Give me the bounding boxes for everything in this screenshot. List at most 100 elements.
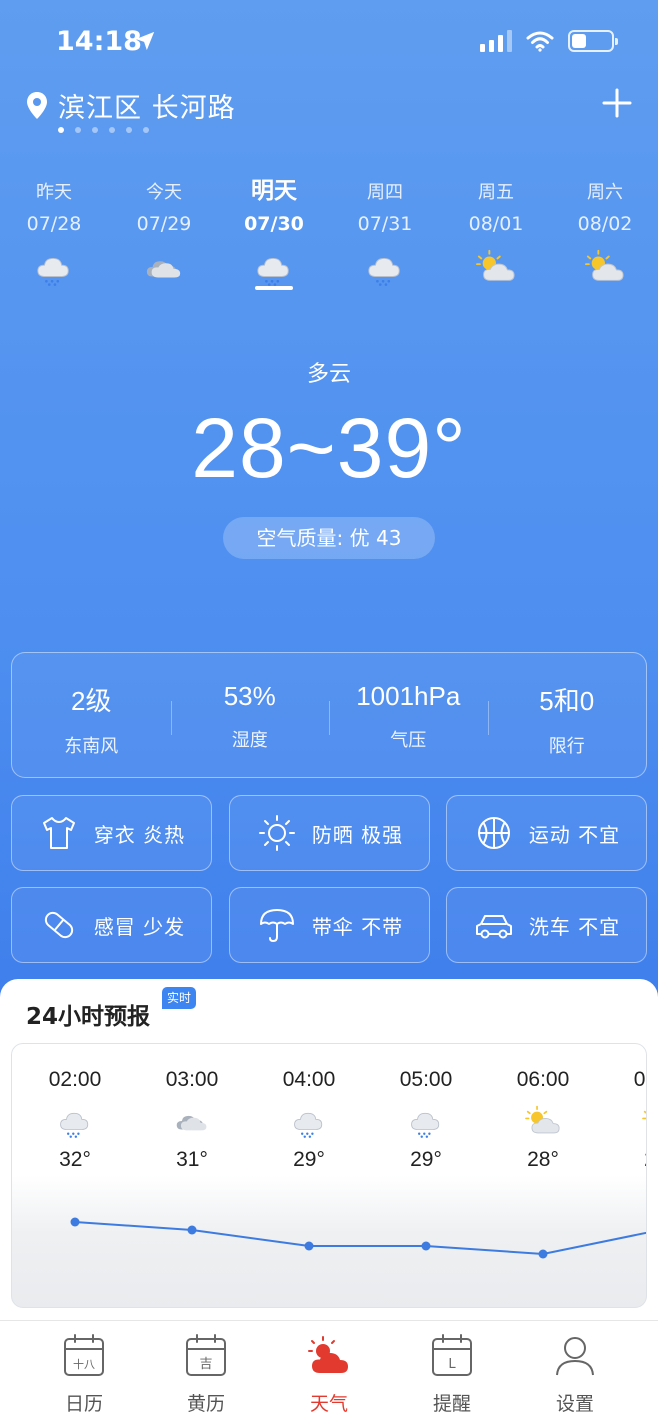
life-index-text: 带伞 不带 xyxy=(311,914,404,939)
stat-label: 湿度 xyxy=(231,730,268,751)
tab-label: 提醒 xyxy=(432,1393,471,1415)
tab-icon-text: 吉 xyxy=(199,1357,212,1372)
hour-temp: 29° xyxy=(293,1148,325,1171)
life-index-item[interactable]: 穿衣 炎热 xyxy=(11,795,212,871)
weather-stats-card: 2级 东南风 53% 湿度 1001hPa 气压 5和0 限行 xyxy=(11,652,647,778)
hour-time: 05:00 xyxy=(399,1068,453,1091)
add-city-button[interactable] xyxy=(602,88,632,118)
day-item[interactable]: 昨天 07/28 xyxy=(0,172,109,286)
day-item[interactable]: 明天 07/30 xyxy=(219,172,329,286)
tab-icon-text: 十八 xyxy=(73,1357,95,1371)
hour-temp: 28° xyxy=(527,1148,559,1171)
page-dot xyxy=(75,127,81,133)
rain-icon xyxy=(60,1112,89,1138)
calendar-icon: 十八 xyxy=(64,1334,104,1376)
partly-cloudy-icon xyxy=(642,1110,646,1120)
life-index-text: 穿衣 炎热 xyxy=(93,822,186,847)
life-index-item[interactable]: 防晒 极强 xyxy=(229,795,430,871)
rain-icon xyxy=(294,1112,323,1138)
rain-icon xyxy=(411,1112,440,1138)
hour-temp: 29° xyxy=(410,1148,442,1171)
hour-time: 02:00 xyxy=(48,1068,102,1091)
day-name: 周六 xyxy=(587,182,623,203)
car-icon xyxy=(475,915,512,939)
day-name: 周五 xyxy=(478,182,514,203)
status-bar: 14:18 xyxy=(0,0,658,80)
day-item[interactable]: 周六 08/02 xyxy=(550,172,658,286)
tshirt-icon xyxy=(42,817,75,849)
air-quality-badge[interactable]: 空气质量: 优 43 xyxy=(223,517,435,559)
reminder-icon: L xyxy=(432,1334,472,1376)
tab-item[interactable]: 吉黄历 xyxy=(151,1333,261,1416)
day-date: 08/01 xyxy=(468,213,524,235)
day-item[interactable]: 周五 08/01 xyxy=(441,172,551,286)
location-pin-icon xyxy=(27,91,47,119)
day-name: 今天 xyxy=(146,182,182,203)
forecast-title: 24小时预报 xyxy=(26,1004,151,1030)
signal-icon xyxy=(480,30,512,52)
life-index-text: 感冒 少发 xyxy=(93,914,186,939)
temperature-range: 28~39° xyxy=(191,401,467,495)
location-name: 滨江区 长河路 xyxy=(58,93,236,124)
hour-item: 02:00 32° xyxy=(25,1044,125,1172)
umbrella-icon xyxy=(259,909,294,943)
tab-item[interactable]: 天气 xyxy=(274,1333,384,1416)
tab-item[interactable]: 设置 xyxy=(520,1333,630,1416)
life-index-text: 运动 不宜 xyxy=(528,822,621,847)
day-date: 07/28 xyxy=(26,213,82,235)
day-item[interactable]: 今天 07/29 xyxy=(109,172,219,286)
day-name: 明天 xyxy=(251,178,297,204)
stat-item: 53% 湿度 xyxy=(170,653,330,777)
hour-item: 07:00 29° xyxy=(610,1044,646,1172)
life-index-item[interactable]: 带伞 不带 xyxy=(229,887,430,963)
tab-label: 日历 xyxy=(64,1393,103,1415)
hour-item: 05:00 29° xyxy=(376,1044,476,1172)
tab-item[interactable]: 十八 日历 xyxy=(29,1333,139,1416)
day-date: 07/29 xyxy=(136,213,192,235)
temp-point xyxy=(187,1225,197,1235)
pill-icon xyxy=(44,911,73,939)
life-index-item[interactable]: 感冒 少发 xyxy=(11,887,212,963)
location-arrow-icon xyxy=(135,31,155,51)
page-dot xyxy=(143,127,149,133)
stat-value: 5和0 xyxy=(539,686,595,716)
day-date: 07/31 xyxy=(357,213,413,235)
hour-time: 06:00 xyxy=(516,1068,570,1091)
hour-item: 06:00 28° xyxy=(493,1044,593,1172)
page-indicator xyxy=(58,127,149,133)
tab-icon-text: L xyxy=(448,1357,456,1372)
location-header[interactable]: 滨江区 长河路 xyxy=(24,86,236,125)
stat-value: 53% xyxy=(223,681,276,711)
page-dot xyxy=(92,127,98,133)
life-index-item[interactable]: 运动 不宜 xyxy=(446,795,647,871)
wifi-icon xyxy=(526,31,554,52)
day-item[interactable]: 周四 07/31 xyxy=(330,172,440,286)
hour-temp: 32° xyxy=(59,1148,91,1171)
rain-icon xyxy=(257,257,289,286)
stat-label: 气压 xyxy=(390,730,427,751)
hour-time: 04:00 xyxy=(282,1068,336,1091)
stat-item: 1001hPa 气压 xyxy=(329,653,488,777)
day-date: 07/30 xyxy=(244,213,304,235)
temp-point xyxy=(421,1241,431,1251)
hour-time: 03:00 xyxy=(165,1068,219,1091)
tab-item[interactable]: L 提醒 xyxy=(397,1333,507,1416)
weather-condition: 多云 xyxy=(306,362,351,387)
user-icon xyxy=(556,1337,594,1376)
tab-bar: 十八 日历吉黄历 天气 L 提醒 设置 xyxy=(0,1320,658,1424)
selected-day-indicator xyxy=(255,286,293,290)
hour-temp: 29° xyxy=(610,1148,646,1172)
temp-point xyxy=(538,1249,548,1259)
stat-item: 5和0 限行 xyxy=(487,653,647,777)
tab-label: 设置 xyxy=(555,1393,594,1415)
battery-icon xyxy=(568,30,618,52)
life-index-item[interactable]: 洗车 不宜 xyxy=(446,887,647,963)
weather-icon xyxy=(308,1336,348,1373)
day-name: 周四 xyxy=(367,182,403,203)
hourly-forecast[interactable]: 02:00 32° 03:00 31° 04:00 29° 05:00 29° 06:00 28°… xyxy=(11,1043,647,1308)
tab-label: 天气 xyxy=(309,1393,348,1415)
status-time: 14:18 xyxy=(56,26,142,57)
rain-icon xyxy=(37,257,69,286)
stat-label: 东南风 xyxy=(64,736,119,757)
partly-cloudy-icon xyxy=(585,249,624,281)
